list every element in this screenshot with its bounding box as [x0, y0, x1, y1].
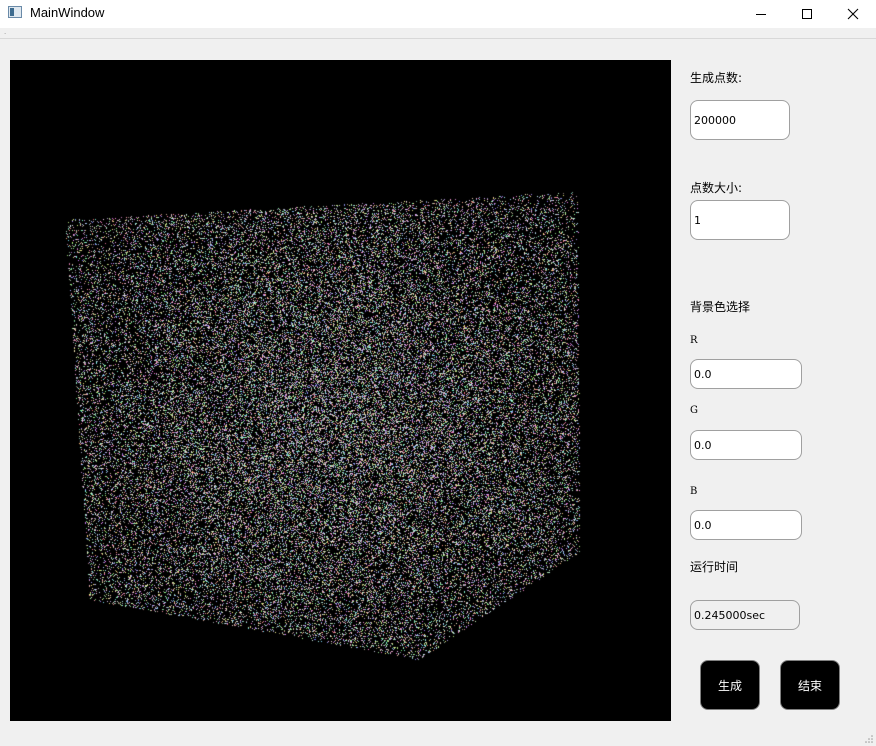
bg-color-label: 背景色选择 — [690, 298, 750, 315]
r-label: R — [690, 335, 698, 346]
toolbar-grip-icon: ⋅ — [4, 31, 6, 38]
runtime-label: 运行时间 — [690, 558, 738, 575]
window-title: MainWindow — [30, 5, 104, 20]
point-count-input[interactable] — [690, 100, 790, 140]
runtime-display[interactable] — [690, 600, 800, 630]
r-input[interactable] — [690, 359, 802, 389]
point-size-label: 点数大小: — [690, 179, 742, 196]
title-bar[interactable]: MainWindow — [0, 0, 876, 28]
close-button[interactable] — [830, 0, 876, 28]
menu-bar: ⋅ — [0, 28, 876, 39]
point-size-input[interactable] — [690, 200, 790, 240]
maximize-icon — [801, 8, 813, 20]
resize-grip-icon[interactable] — [864, 734, 874, 744]
b-label: B — [690, 486, 697, 497]
minimize-icon — [755, 8, 767, 20]
app-window-icon — [8, 6, 22, 18]
point-count-label: 生成点数: — [690, 69, 742, 86]
g-label: G — [690, 405, 698, 416]
maximize-button[interactable] — [784, 0, 830, 28]
point-cloud-viewport[interactable] — [10, 60, 671, 721]
g-input[interactable] — [690, 430, 802, 460]
b-input[interactable] — [690, 510, 802, 540]
generate-button[interactable]: 生成 — [700, 660, 760, 710]
close-icon — [847, 8, 859, 20]
minimize-button[interactable] — [738, 0, 784, 28]
end-button[interactable]: 结束 — [780, 660, 840, 710]
point-cloud-canvas[interactable] — [10, 60, 671, 721]
